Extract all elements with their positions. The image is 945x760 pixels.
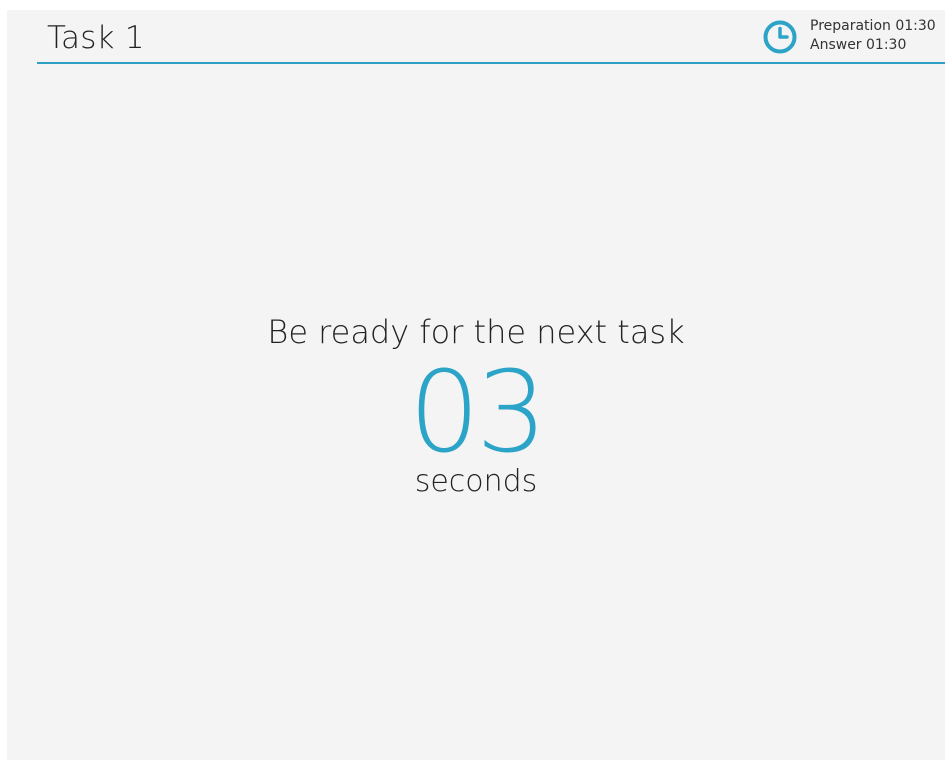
countdown-panel: Be ready for the next task 03 seconds <box>7 310 945 500</box>
countdown-unit: seconds <box>414 464 538 499</box>
countdown-number: 03 <box>408 348 548 478</box>
timer-text: Preparation 01:30 Answer 01:30 <box>810 17 936 55</box>
clock-icon <box>763 20 797 54</box>
answer-time: Answer 01:30 <box>810 37 907 53</box>
timer-info: Preparation 01:30 Answer 01:30 <box>762 15 945 59</box>
task-header: Task 1 Preparation 01:30 Answer 01:30 <box>37 10 945 64</box>
task-page: Task 1 Preparation 01:30 Answer 01:30 Be… <box>7 10 945 760</box>
preparation-time: Preparation 01:30 <box>810 18 936 34</box>
task-title: Task 1 <box>47 20 145 56</box>
